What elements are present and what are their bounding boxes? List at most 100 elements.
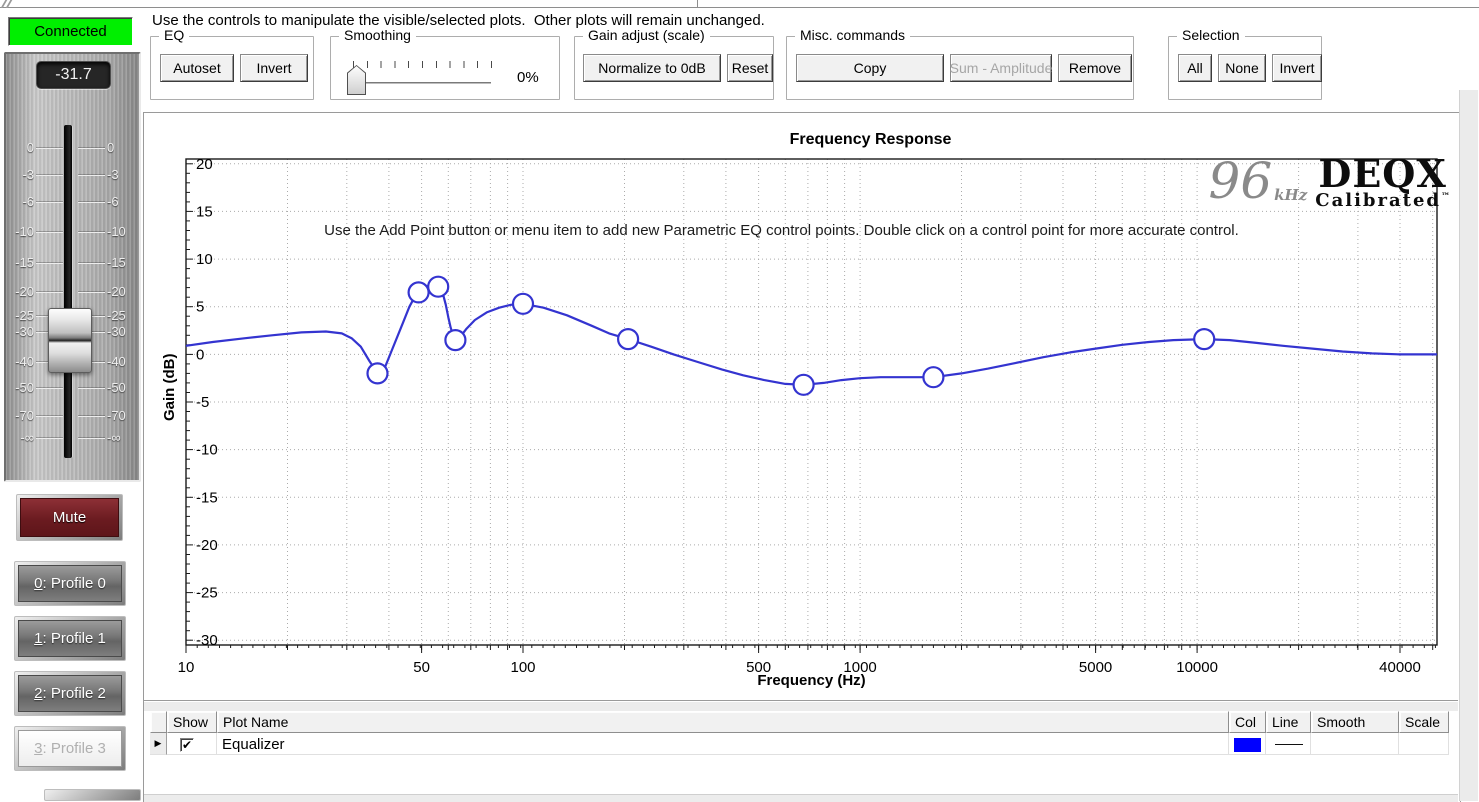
column-header-show[interactable]: Show	[167, 711, 217, 733]
fader-scale-label: -25	[107, 308, 126, 323]
group-selection: Selection All None Invert	[1168, 27, 1322, 100]
selection-none-button[interactable]: None	[1218, 54, 1266, 82]
brand-name: DEQX	[1318, 151, 1447, 196]
fader-scale-tick	[78, 388, 105, 389]
fader-scale-label: 0	[26, 140, 34, 155]
scale-cell[interactable]	[1399, 733, 1449, 755]
eq-control-point[interactable]	[792, 373, 815, 396]
fader-scale-label: -∞	[20, 430, 34, 445]
brand-subtitle: Calibrated™	[1315, 190, 1450, 211]
eq-control-point[interactable]	[444, 329, 467, 352]
y-tick-label: 5	[196, 299, 204, 316]
fader-scale-label: -20	[15, 284, 34, 299]
fader-scale-label: -50	[15, 380, 34, 395]
eq-invert-button[interactable]: Invert	[240, 54, 308, 82]
group-selection-title: Selection	[1177, 27, 1245, 43]
x-axis-label: Frequency (Hz)	[757, 672, 866, 689]
y-tick-label: -10	[196, 442, 218, 459]
group-smoothing: Smoothing 0%	[330, 27, 560, 100]
fader-scale-label: -70	[107, 408, 126, 423]
right-gutter	[1459, 90, 1479, 801]
profile-3-button[interactable]: 3: Profile 3	[18, 730, 122, 767]
column-header-plot-name[interactable]: Plot Name	[217, 711, 1229, 733]
color-swatch[interactable]	[1234, 737, 1261, 752]
splitter-tick	[697, 0, 698, 8]
eq-control-point[interactable]	[1193, 328, 1216, 351]
color-cell[interactable]	[1229, 733, 1266, 755]
fader-scale-tick	[78, 232, 105, 233]
smoothing-slider-track[interactable]	[353, 82, 491, 85]
fader-scale-label: -10	[15, 224, 34, 239]
fader-scale-tick	[78, 148, 105, 149]
column-header-smooth[interactable]: Smooth	[1311, 711, 1399, 733]
fader-scale-tick	[78, 202, 105, 203]
fader-scale-label: -3	[107, 167, 119, 182]
y-tick-label: 0	[196, 346, 204, 363]
fader-scale-tick	[36, 438, 63, 439]
mute-button[interactable]: Mute	[20, 498, 119, 537]
misc-commands-sum-amplitude-button[interactable]: Sum - Amplitude	[950, 54, 1052, 82]
selection-all-button[interactable]: All	[1178, 54, 1212, 82]
group-gain-adjust-title: Gain adjust (scale)	[583, 27, 710, 43]
column-header-col[interactable]: Col	[1229, 711, 1266, 733]
volume-fader-thumb[interactable]	[48, 308, 92, 373]
smooth-cell[interactable]	[1311, 733, 1399, 755]
y-tick-label: -30	[196, 632, 218, 649]
fader-scale-tick	[36, 202, 63, 203]
smoothing-slider-thumb[interactable]	[347, 65, 366, 95]
profile-button-frame: 3: Profile 3	[14, 726, 126, 771]
fader-scale-tick	[78, 175, 105, 176]
selection-invert-button[interactable]: Invert	[1272, 54, 1322, 82]
group-smoothing-title: Smoothing	[339, 27, 416, 43]
fader-scale-label: -∞	[107, 430, 121, 445]
y-tick-label: -15	[196, 489, 218, 506]
profile-button-frame: 1: Profile 1	[14, 616, 126, 661]
trademark-symbol: ™	[1441, 192, 1450, 202]
eq-control-point[interactable]	[922, 366, 945, 389]
fader-scale-tick	[36, 232, 63, 233]
eq-control-point[interactable]	[427, 275, 450, 298]
y-axis-label: Gain (dB)	[161, 353, 178, 422]
show-checkbox[interactable]: ✔	[180, 737, 194, 752]
row-selector[interactable]: ▶	[150, 733, 167, 755]
fader-scale-tick	[36, 175, 63, 176]
profile-0-button[interactable]: 0: Profile 0	[18, 565, 122, 602]
mute-button-frame: Mute	[16, 494, 123, 541]
eq-control-point[interactable]	[511, 292, 535, 315]
fader-scale-label: -30	[107, 324, 126, 339]
fader-scale-tick	[78, 416, 105, 417]
group-misc-commands-title: Misc. commands	[795, 27, 911, 43]
column-header-scale[interactable]: Scale	[1399, 711, 1449, 733]
gain-adjust-scale-normalize-to-0db-button[interactable]: Normalize to 0dB	[583, 54, 721, 82]
fader-scale-label: -40	[15, 354, 34, 369]
y-tick-label: 15	[196, 203, 213, 220]
profile-button-frame: 2: Profile 2	[14, 671, 126, 716]
eq-control-point[interactable]	[407, 281, 430, 304]
plot-name-cell[interactable]: Equalizer	[217, 733, 1229, 755]
y-tick-label: -25	[196, 585, 218, 602]
top-splitter[interactable]	[0, 0, 1479, 12]
line-style-cell[interactable]	[1266, 733, 1311, 755]
table-row[interactable]: ▶ ✔ Equalizer	[150, 733, 1450, 755]
chart-annotation: Use the Add Point button or menu item to…	[324, 222, 1239, 239]
group-misc-commands: Misc. commands Copy Sum - Amplitude Remove	[786, 27, 1134, 100]
fader-scale-label: -15	[107, 255, 126, 270]
column-header-line[interactable]: Line	[1266, 711, 1311, 733]
eq-autoset-button[interactable]: Autoset	[160, 54, 234, 82]
eq-control-point[interactable]	[617, 328, 640, 351]
group-eq: EQ Autoset Invert	[150, 27, 314, 100]
eq-control-point[interactable]	[366, 362, 389, 385]
misc-commands-remove-button[interactable]: Remove	[1058, 54, 1132, 82]
column-header-selector	[150, 711, 167, 733]
fader-scale-label: -40	[107, 354, 126, 369]
fader-scale-label: -15	[15, 255, 34, 270]
fader-scale-tick	[78, 438, 105, 439]
connection-status-badge: Connected	[8, 17, 133, 46]
profile-2-button[interactable]: 2: Profile 2	[18, 675, 122, 712]
gain-adjust-scale-reset-button[interactable]: Reset	[727, 54, 773, 82]
plot-list-area: Show Plot Name Col Line Smooth Scale ▶ ✔ Equaliz…	[144, 700, 1458, 802]
misc-commands-copy-button[interactable]: Copy	[796, 54, 944, 82]
profile-1-button[interactable]: 1: Profile 1	[18, 620, 122, 657]
splitter-rule	[0, 7, 1479, 9]
fader-scale-label: -20	[107, 284, 126, 299]
